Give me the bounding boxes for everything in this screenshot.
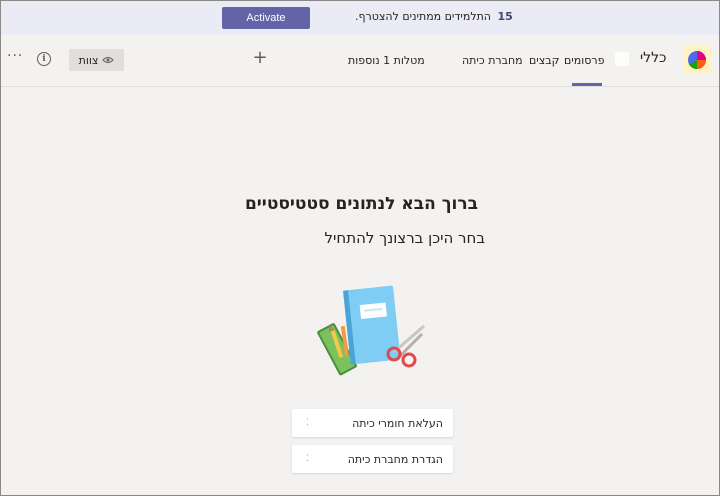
page-title: ברוך הבא לנתונים סטטיסטיים <box>244 194 478 214</box>
chevron-left-icon: ⁚ <box>306 418 309 428</box>
page-subtitle: בחר היכן ברצונך להתחיל <box>324 229 485 247</box>
setup-class-notebook-label: הגדרת מחברת כיתה <box>347 452 443 466</box>
tab-class-notebook[interactable]: מחברת כיתה <box>462 54 523 67</box>
plus-icon[interactable]: + <box>252 49 268 67</box>
class-supplies-illustration <box>317 285 425 376</box>
setup-class-notebook-button[interactable]: ⁚ הגדרת מחברת כיתה <box>292 445 453 473</box>
channel-marker <box>615 52 629 66</box>
more-options-icon[interactable]: ··· <box>7 49 25 65</box>
activate-button[interactable]: Activate <box>222 7 310 29</box>
upload-class-materials-button[interactable]: ⁚ העלאת חומרי כיתה <box>292 409 453 437</box>
active-tab-indicator <box>572 83 602 86</box>
banner-message-text: התלמידים ממתינים להצטרף. <box>355 10 491 23</box>
team-button[interactable]: צוות <box>69 49 124 71</box>
pie-chart-icon <box>688 51 706 69</box>
upload-class-materials-label: העלאת חומרי כיתה <box>352 416 443 430</box>
tab-posts[interactable]: פרסומים <box>564 54 604 67</box>
eye-icon <box>102 57 115 63</box>
team-button-label: צוות <box>78 53 99 67</box>
tab-assignments[interactable]: מטלות 1 נוספות <box>348 54 425 67</box>
chevron-left-icon: ⁚ <box>306 454 309 464</box>
channel-name: כללי <box>640 50 667 66</box>
info-icon[interactable]: i <box>37 52 51 66</box>
tab-files[interactable]: קבצים <box>529 54 559 67</box>
banner-message: 15 התלמידים ממתינים להצטרף. <box>355 10 513 26</box>
notebook <box>343 285 401 365</box>
banner-student-count: 15 <box>497 10 513 23</box>
team-avatar[interactable] <box>683 46 711 74</box>
